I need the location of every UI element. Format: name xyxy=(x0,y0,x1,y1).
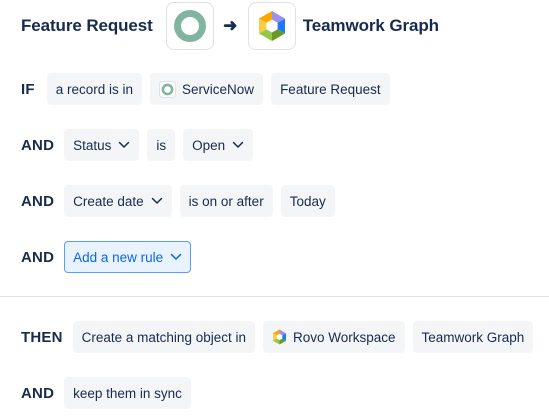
and-keyword: AND xyxy=(21,248,55,266)
target-app-chip[interactable]: Rovo Workspace xyxy=(262,321,405,353)
and-keyword: AND xyxy=(21,192,55,210)
status-value-label: Open xyxy=(192,137,226,153)
add-new-rule-dropdown[interactable]: Add a new rule xyxy=(64,241,192,273)
date-rule-row: AND Create date is on or after Today xyxy=(21,184,343,218)
section-divider xyxy=(0,296,549,297)
rovo-logo-icon xyxy=(247,2,296,50)
chevron-down-icon xyxy=(170,253,182,261)
then-row: THEN Create a matching object in Rovo Wo… xyxy=(21,320,534,354)
chevron-down-icon xyxy=(151,197,163,205)
status-field-label: Status xyxy=(73,137,112,153)
workflow-rule-builder: Feature Request ➜ Teamwork Graph IF a re… xyxy=(0,0,549,419)
status-field-dropdown[interactable]: Status xyxy=(64,129,140,161)
source-object-chip[interactable]: Feature Request xyxy=(271,73,390,105)
then-keyword: THEN xyxy=(21,328,63,346)
chevron-down-icon xyxy=(232,141,244,149)
status-rule-row: AND Status is Open xyxy=(21,128,261,162)
date-field-label: Create date xyxy=(73,193,144,209)
if-row: IF a record is in ServiceNow Feature Req… xyxy=(21,72,398,106)
source-app-label: ServiceNow xyxy=(182,81,255,97)
servicenow-logo-icon xyxy=(165,2,214,50)
if-keyword: IF xyxy=(21,80,35,98)
and-keyword: AND xyxy=(21,384,55,402)
rovo-icon xyxy=(272,329,287,345)
date-operator-chip[interactable]: is on or after xyxy=(179,185,273,217)
source-title: Feature Request xyxy=(21,16,153,35)
date-value-chip[interactable]: Today xyxy=(280,185,335,217)
and-keyword: AND xyxy=(21,136,55,154)
keep-in-sync-chip: keep them in sync xyxy=(64,377,191,409)
date-field-dropdown[interactable]: Create date xyxy=(64,185,172,217)
chevron-down-icon xyxy=(118,141,130,149)
target-app-label: Rovo Workspace xyxy=(292,329,396,345)
target-object-chip[interactable]: Teamwork Graph xyxy=(412,321,534,353)
status-operator: is xyxy=(147,129,176,161)
servicenow-icon xyxy=(159,80,177,98)
rule-header: Feature Request ➜ Teamwork Graph xyxy=(21,2,439,50)
record-condition-chip: a record is in xyxy=(46,73,143,105)
source-app-chip[interactable]: ServiceNow xyxy=(150,73,264,105)
add-new-rule-label: Add a new rule xyxy=(73,249,164,265)
arrow-right-icon: ➜ xyxy=(223,16,238,35)
sync-row: AND keep them in sync xyxy=(21,376,199,410)
add-rule-row: AND Add a new rule xyxy=(21,240,199,274)
action-chip: Create a matching object in xyxy=(72,321,255,353)
target-title: Teamwork Graph xyxy=(302,16,439,35)
status-value-dropdown[interactable]: Open xyxy=(183,129,254,161)
